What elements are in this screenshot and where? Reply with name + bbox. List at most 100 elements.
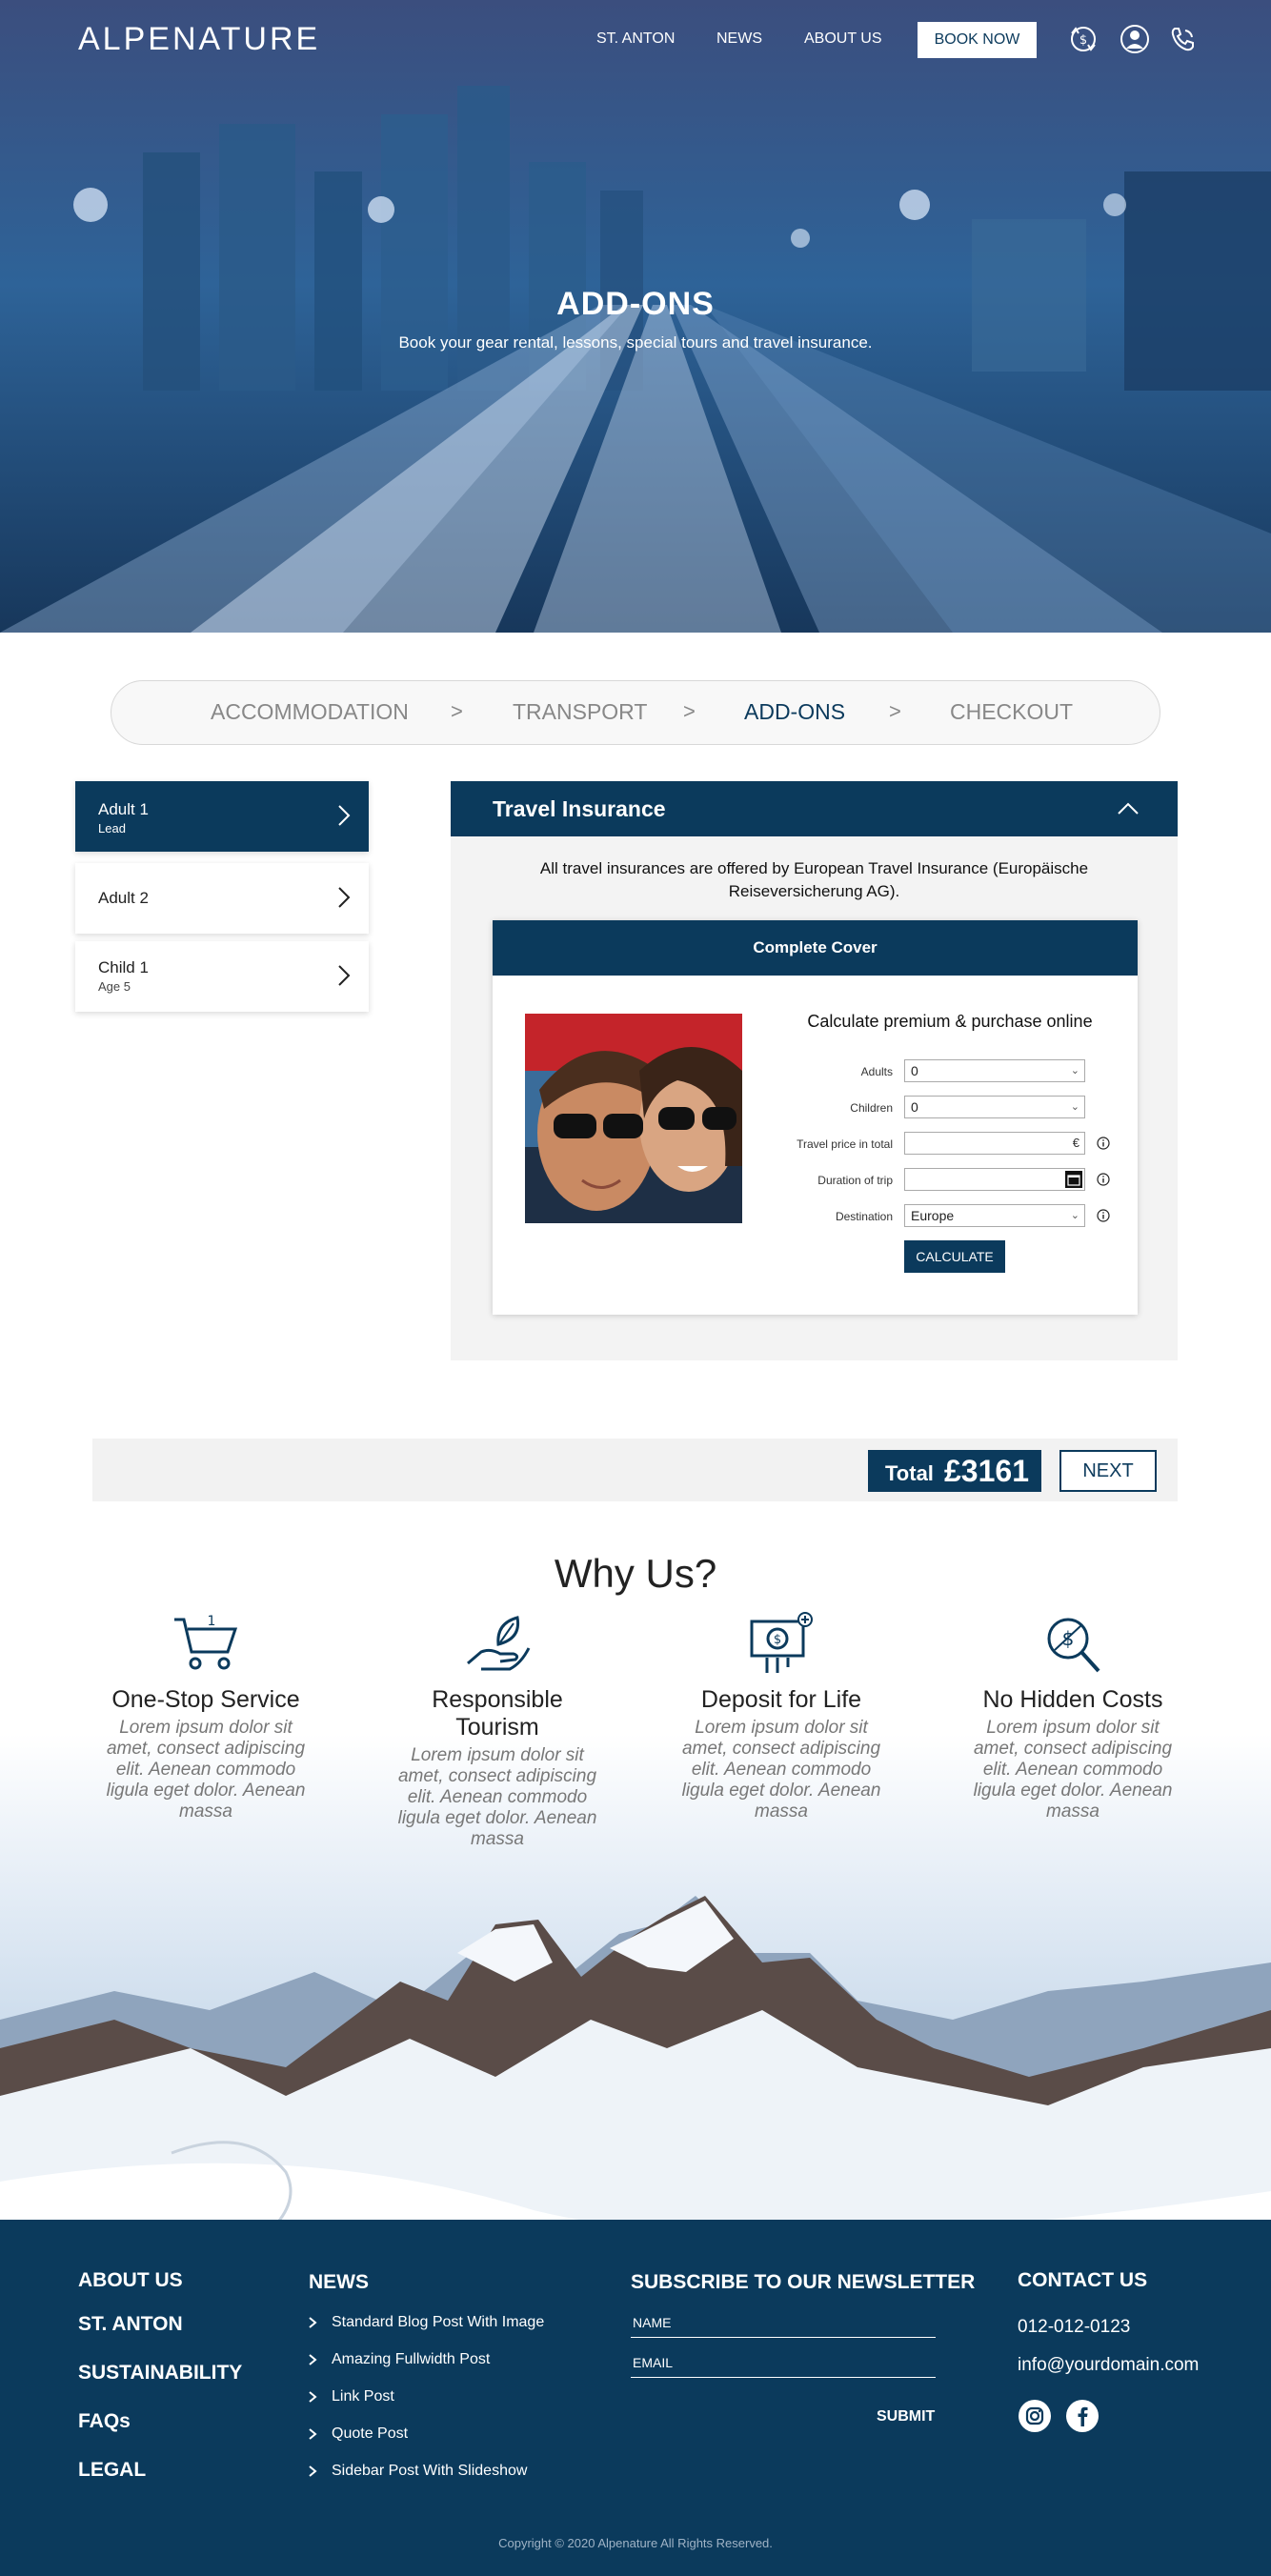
instagram-icon[interactable] <box>1018 2399 1052 2433</box>
feature-text: Lorem ipsum dolor sit amet, consect adip… <box>397 1745 597 1849</box>
footer-news-heading: NEWS <box>309 2271 369 2293</box>
total-value: £3161 <box>944 1454 1029 1488</box>
svg-text:1: 1 <box>208 1614 216 1629</box>
chevron-up-icon[interactable] <box>1117 800 1140 815</box>
destination-label: Destination <box>835 1210 893 1223</box>
copyright: Copyright © 2020 Alpenature All Rights R… <box>498 2536 773 2550</box>
traveller-adult-1[interactable]: Adult 1 Lead <box>75 781 369 852</box>
chevron-right-icon <box>309 2391 317 2403</box>
logo[interactable]: ALPENATURE <box>78 21 320 58</box>
insurance-card: Complete Cover Calculate premium & purch… <box>493 920 1138 1315</box>
total-label: Total <box>885 1461 934 1485</box>
feature-text: Lorem ipsum dolor sit amet, consect adip… <box>681 1718 881 1821</box>
calc-title: Calculate premium & purchase online <box>807 1012 1093 1031</box>
chevron-down-icon: ⌄ <box>1070 1210 1079 1221</box>
newsletter-name-input[interactable]: NAME <box>631 2309 936 2338</box>
children-label: Children <box>850 1101 893 1115</box>
step-accommodation[interactable]: ACCOMMODATION <box>211 699 409 725</box>
booking-steps: ACCOMMODATION > TRANSPORT > ADD-ONS > CH… <box>111 680 1160 745</box>
newsletter-email-input[interactable]: EMAIL <box>631 2349 936 2378</box>
user-account-icon[interactable] <box>1119 23 1151 55</box>
duration-input[interactable] <box>904 1168 1085 1191</box>
traveller-name: Adult 1 <box>98 800 149 818</box>
footer-sustainability[interactable]: SUSTAINABILITY <box>78 2362 242 2385</box>
feature-deposit: $ Deposit for Life Lorem ipsum dolor sit… <box>676 1610 886 1822</box>
traveller-sub: Age 5 <box>98 979 131 994</box>
svg-text:$: $ <box>1079 33 1087 48</box>
contact-heading: CONTACT US <box>1018 2269 1148 2291</box>
chevron-right-icon <box>309 2354 317 2365</box>
travel-price-label: Travel price in total <box>797 1137 893 1151</box>
step-add-ons[interactable]: ADD-ONS <box>744 699 845 725</box>
insurance-info: All travel insurances are offered by Eur… <box>539 859 1089 900</box>
step-separator: > <box>451 699 463 723</box>
info-icon[interactable] <box>1097 1209 1110 1222</box>
traveller-adult-2[interactable]: Adult 2 <box>75 863 369 934</box>
contact-email[interactable]: info@yourdomain.com <box>1018 2355 1199 2376</box>
next-button[interactable]: NEXT <box>1059 1450 1157 1492</box>
euro-suffix: € <box>1072 1136 1079 1150</box>
step-separator: > <box>683 699 696 723</box>
adults-select[interactable]: 0 ⌄ <box>904 1059 1085 1082</box>
couple-photo <box>525 1014 742 1223</box>
top-navigation: ALPENATURE ST. ANTON NEWS ABOUT US BOOK … <box>0 0 1271 80</box>
chevron-right-icon <box>338 965 351 986</box>
panel-title: Travel Insurance <box>493 796 666 821</box>
money-icon: $ <box>750 1612 813 1673</box>
chevron-right-icon <box>309 2428 317 2440</box>
travel-price-input[interactable]: € <box>904 1132 1085 1155</box>
feature-text: Lorem ipsum dolor sit amet, consect adip… <box>973 1718 1173 1821</box>
hand-leaf-icon <box>467 1616 531 1671</box>
children-select[interactable]: 0 ⌄ <box>904 1096 1085 1118</box>
destination-select[interactable]: Europe ⌄ <box>904 1204 1085 1227</box>
contact-phone[interactable]: 012-012-0123 <box>1018 2317 1130 2338</box>
feature-one-stop: 1 One-Stop Service Lorem ipsum dolor sit… <box>101 1610 311 1822</box>
footer-legal[interactable]: LEGAL <box>78 2459 146 2482</box>
adults-label: Adults <box>860 1065 893 1078</box>
footer-faqs[interactable]: FAQs <box>78 2410 131 2433</box>
chevron-down-icon: ⌄ <box>1070 1101 1079 1113</box>
traveller-name: Adult 2 <box>98 889 149 907</box>
hero-title: ADD-ONS <box>556 286 715 322</box>
traveller-child-1[interactable]: Child 1 Age 5 <box>75 941 369 1012</box>
chevron-down-icon: ⌄ <box>1070 1065 1079 1077</box>
feature-title: No Hidden Costs <box>982 1686 1163 1713</box>
currency-exchange-icon[interactable]: $ <box>1067 23 1100 55</box>
newsletter-heading: SUBSCRIBE TO OUR NEWSLETTER <box>631 2271 976 2293</box>
step-checkout[interactable]: CHECKOUT <box>950 699 1073 725</box>
step-separator: > <box>889 699 901 723</box>
chevron-right-icon <box>338 805 351 826</box>
feature-responsible: Responsible Tourism Lorem ipsum dolor si… <box>393 1610 602 1850</box>
chevron-right-icon <box>309 2465 317 2477</box>
why-us-title: Why Us? <box>554 1551 717 1596</box>
nav-about-us[interactable]: ABOUT US <box>804 30 882 48</box>
info-icon[interactable] <box>1097 1137 1110 1150</box>
feature-no-hidden-costs: $ No Hidden Costs Lorem ipsum dolor sit … <box>968 1610 1178 1822</box>
info-icon[interactable] <box>1097 1173 1110 1186</box>
hero-banner: ALPENATURE ST. ANTON NEWS ABOUT US BOOK … <box>0 0 1271 633</box>
newsletter-submit-button[interactable]: SUBMIT <box>877 2408 935 2425</box>
calculate-button[interactable]: CALCULATE <box>904 1240 1005 1273</box>
facebook-icon[interactable] <box>1065 2399 1100 2433</box>
travel-insurance-panel: Travel Insurance All travel insurances a… <box>451 781 1178 1360</box>
step-transport[interactable]: TRANSPORT <box>513 699 647 725</box>
panel-header[interactable]: Travel Insurance <box>451 781 1178 836</box>
feature-title: One-Stop Service <box>111 1686 300 1713</box>
traveller-name: Child 1 <box>98 958 149 976</box>
chevron-right-icon <box>338 887 351 908</box>
footer-about-us[interactable]: ABOUT US <box>78 2269 183 2292</box>
shopping-cart-icon: 1 <box>174 1614 238 1670</box>
nav-st-anton[interactable]: ST. ANTON <box>596 30 675 48</box>
feature-title: Responsible Tourism <box>432 1686 563 1741</box>
calendar-icon[interactable] <box>1065 1171 1082 1188</box>
nav-news[interactable]: NEWS <box>716 30 762 48</box>
traveller-sub: Lead <box>98 821 126 835</box>
hero-subtitle: Book your gear rental, lessons, special … <box>398 333 873 352</box>
search-dollar-icon: $ <box>1047 1618 1100 1673</box>
book-now-button[interactable]: BOOK NOW <box>918 22 1037 58</box>
footer-st-anton[interactable]: ST. ANTON <box>78 2313 183 2336</box>
total-bar: Total £3161 NEXT <box>92 1439 1178 1501</box>
phone-icon[interactable] <box>1166 23 1199 55</box>
duration-label: Duration of trip <box>817 1174 893 1187</box>
chevron-right-icon <box>309 2317 317 2328</box>
